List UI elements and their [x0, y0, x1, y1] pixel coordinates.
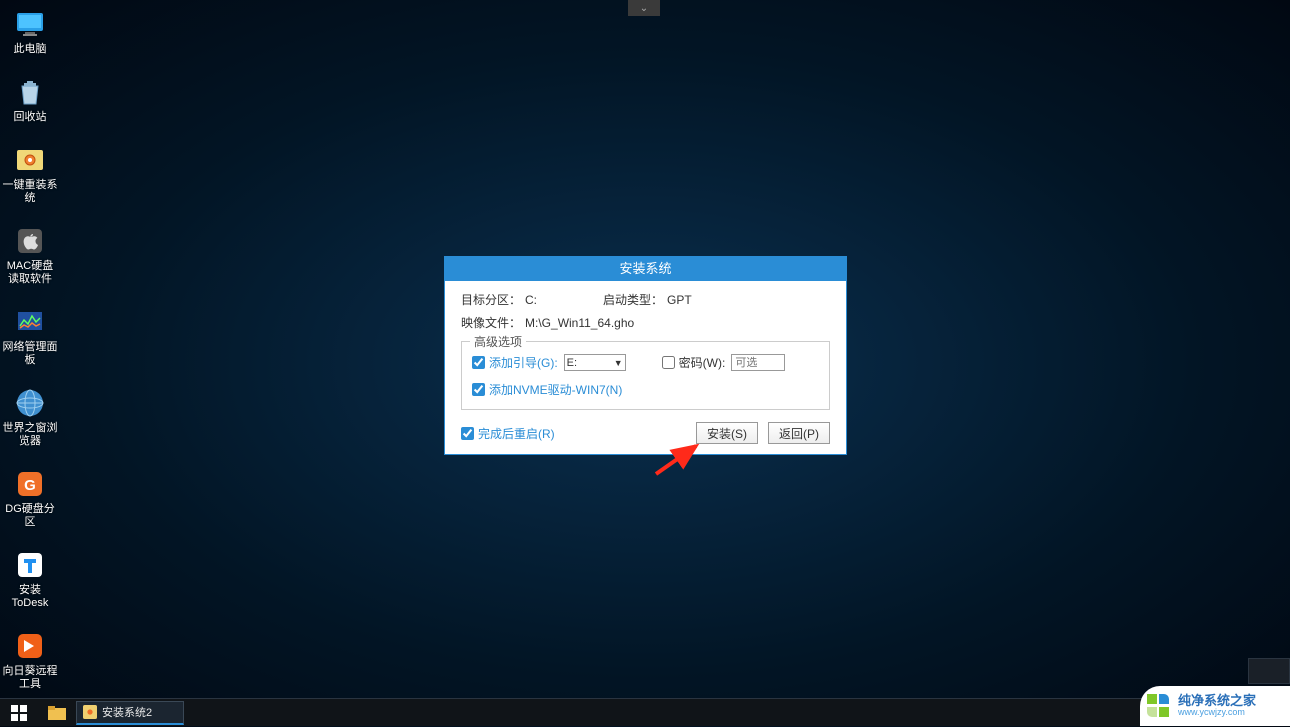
add-nvme-label: 添加NVME驱动-WIN7(N) — [489, 381, 622, 398]
sunflower-icon — [14, 630, 46, 662]
netpanel-icon — [14, 306, 46, 338]
top-chevron-handle[interactable]: ⌄ — [628, 0, 660, 16]
svg-text:G: G — [24, 477, 36, 494]
dg-icon: G — [14, 468, 46, 500]
taskbar: 安装系统2 — [0, 698, 1290, 726]
file-explorer-button[interactable] — [38, 699, 76, 727]
desktop-icon-label: 安装ToDesk — [2, 584, 58, 610]
advanced-options-fieldset: 高级选项 添加引导(G): E: ▼ 密码(W): — [461, 341, 830, 410]
desktop-icon-label: DG硬盘分区 — [2, 503, 58, 529]
password-checkbox[interactable]: 密码(W): — [662, 354, 726, 371]
desktop-icon-label: 世界之窗浏览器 — [2, 422, 58, 448]
add-boot-checkbox[interactable]: 添加引导(G): — [472, 354, 558, 371]
chevron-down-icon: ⌄ — [640, 3, 648, 14]
corner-artifact — [1248, 658, 1290, 684]
todesk-icon — [14, 549, 46, 581]
reboot-after-check-input[interactable] — [461, 427, 474, 440]
add-boot-select[interactable]: E: ▼ — [564, 354, 626, 371]
watermark-text: 纯净系统之家 www.ycwjzy.com — [1178, 694, 1256, 718]
row-image: 映像文件： M:\G_Win11_64.gho — [461, 314, 830, 331]
desktop-icon-label: MAC硬盘读取软件 — [2, 260, 58, 286]
desktop-icon-label: 向日葵远程工具 — [2, 665, 58, 691]
install-button[interactable]: 安装(S) — [696, 422, 758, 444]
recycle-icon — [14, 76, 46, 108]
password-check-input[interactable] — [662, 356, 675, 369]
desktop-icon-mac[interactable]: MAC硬盘读取软件 — [2, 225, 58, 286]
add-boot-value: E: — [567, 357, 577, 369]
reboot-after-label: 完成后重启(R) — [478, 425, 555, 442]
desktop-icon-label: 网络管理面板 — [2, 341, 58, 367]
target-partition-label: 目标分区： — [461, 291, 521, 308]
advanced-row-1: 添加引导(G): E: ▼ 密码(W): — [472, 354, 819, 371]
browser-icon — [14, 387, 46, 419]
desktop-icon-net[interactable]: 网络管理面板 — [2, 306, 58, 367]
add-nvme-checkbox[interactable]: 添加NVME驱动-WIN7(N) — [472, 381, 622, 398]
desktop-icon-dg[interactable]: G DG硬盘分区 — [2, 468, 58, 529]
desktop-icon-label: 回收站 — [14, 111, 47, 124]
advanced-legend: 高级选项 — [470, 333, 526, 350]
image-file-label: 映像文件： — [461, 314, 521, 331]
chevron-down-icon: ▼ — [614, 358, 623, 368]
reboot-after-checkbox[interactable]: 完成后重启(R) — [461, 425, 555, 442]
password-label: 密码(W): — [679, 354, 726, 371]
watermark-title: 纯净系统之家 — [1178, 694, 1256, 708]
task-item-label: 安装系统2 — [102, 704, 152, 720]
dialog-footer: 完成后重启(R) 安装(S) 返回(P) — [445, 422, 846, 454]
start-button[interactable] — [0, 699, 38, 727]
row-target-boot: 目标分区： C: 启动类型： GPT — [461, 291, 830, 308]
watermark-logo-icon — [1146, 693, 1172, 719]
pc-icon — [14, 8, 46, 40]
desktop-icon-todesk[interactable]: 安装ToDesk — [2, 549, 58, 610]
boot-type-value: GPT — [667, 293, 692, 307]
advanced-row-2: 添加NVME驱动-WIN7(N) — [472, 381, 819, 399]
gear-icon — [14, 144, 46, 176]
taskbar-task-install[interactable]: 安装系统2 — [76, 701, 184, 725]
desktop-icon-install[interactable]: 一键重装系统 — [2, 144, 58, 205]
install-dialog: 安装系统 目标分区： C: 启动类型： GPT 映像文件： M:\G_Win11… — [444, 256, 847, 455]
back-button[interactable]: 返回(P) — [768, 422, 830, 444]
add-boot-check-input[interactable] — [472, 356, 485, 369]
desktop-icon-sunflower[interactable]: 向日葵远程工具 — [2, 630, 58, 691]
password-input[interactable] — [731, 354, 785, 371]
apple-icon — [14, 225, 46, 257]
watermark: 纯净系统之家 www.ycwjzy.com — [1140, 686, 1290, 726]
desktop-icon-recycle[interactable]: 回收站 — [2, 76, 58, 124]
add-boot-label: 添加引导(G): — [489, 354, 558, 371]
boot-type-label: 启动类型： — [603, 291, 663, 308]
add-nvme-check-input[interactable] — [472, 383, 485, 396]
task-app-icon — [83, 705, 97, 719]
desktop-icon-label: 一键重装系统 — [2, 179, 58, 205]
target-partition-value: C: — [525, 293, 537, 307]
desktop-icon-browser[interactable]: 世界之窗浏览器 — [2, 387, 58, 448]
image-file-value: M:\G_Win11_64.gho — [525, 316, 634, 330]
desktop-icons: 此电脑 回收站 一键重装系统 MAC硬盘读取软件 网络管理面板 世界之窗浏览器 … — [2, 8, 58, 691]
desktop-icon-label: 此电脑 — [14, 43, 47, 56]
dialog-title[interactable]: 安装系统 — [445, 257, 846, 281]
desktop-icon-pc[interactable]: 此电脑 — [2, 8, 58, 56]
watermark-url: www.ycwjzy.com — [1178, 708, 1256, 718]
dialog-body: 目标分区： C: 启动类型： GPT 映像文件： M:\G_Win11_64.g… — [445, 281, 846, 422]
